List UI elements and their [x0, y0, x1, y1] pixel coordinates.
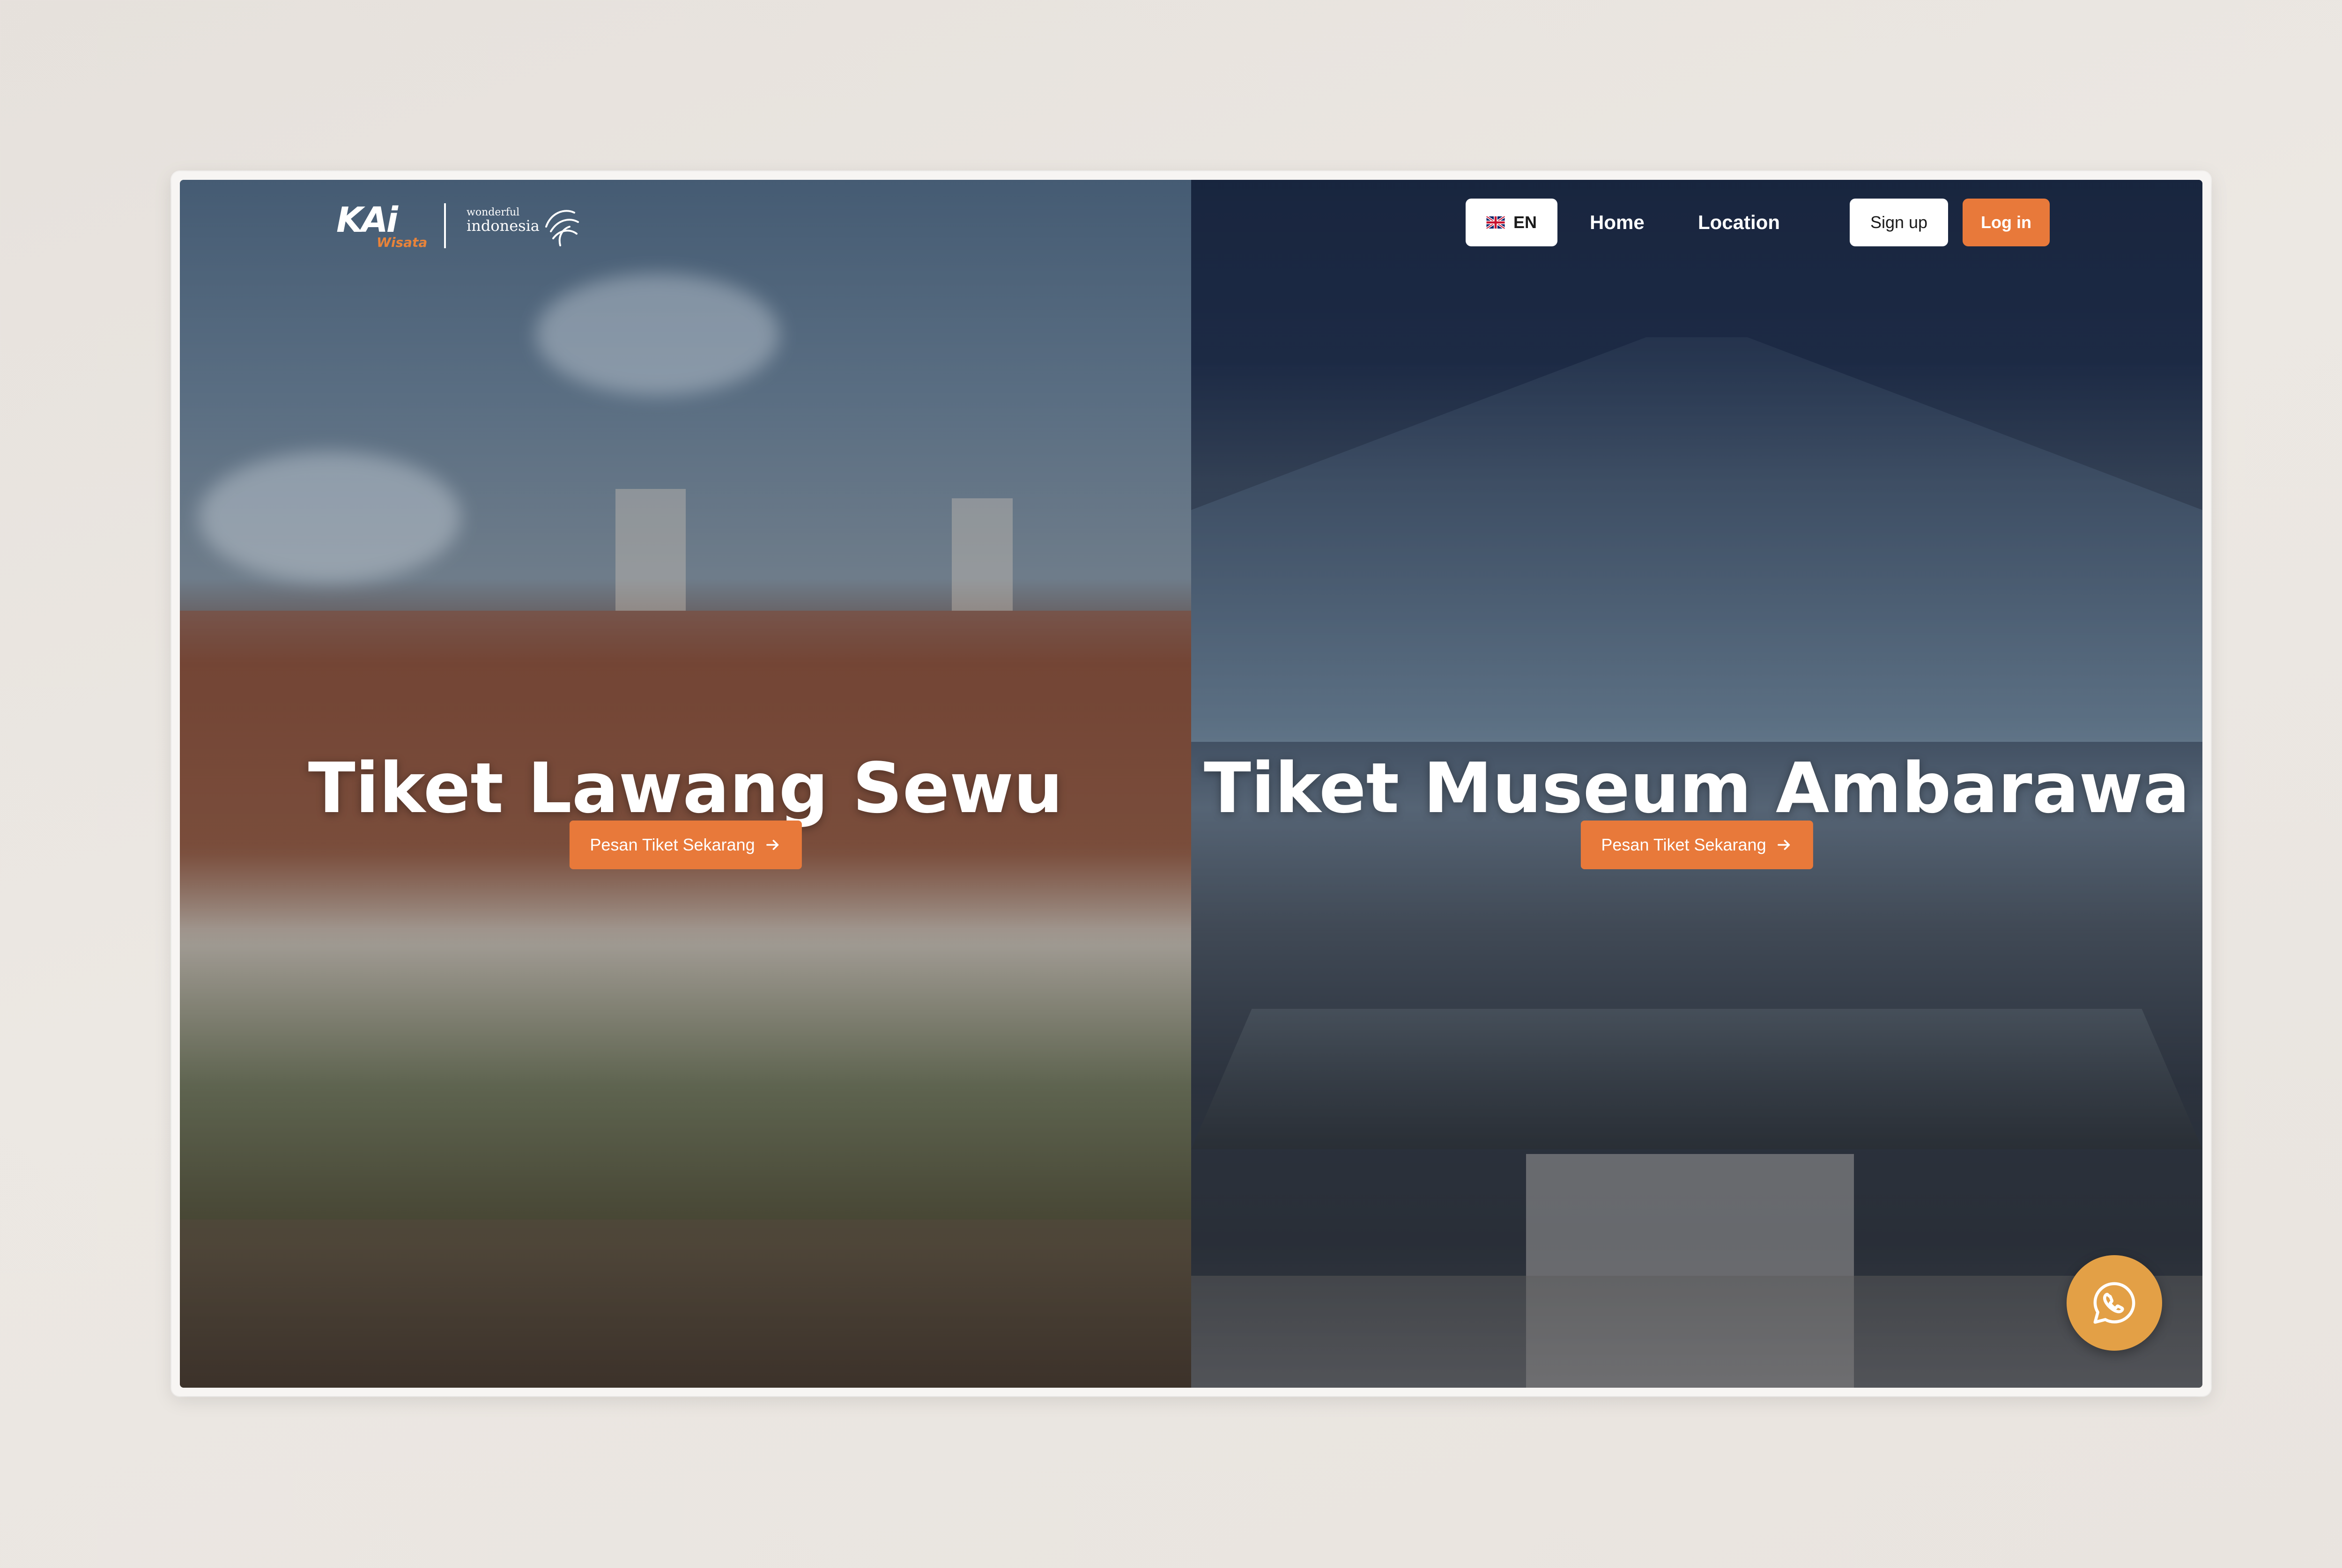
nav-home-link[interactable]: Home	[1590, 199, 1645, 246]
language-switcher[interactable]: EN	[1466, 199, 1557, 246]
logo-brand-text: KAi	[336, 200, 398, 240]
kai-wisata-logo[interactable]: KAi Wisata	[336, 201, 430, 253]
hero-title-lawang-sewu: Tiket Lawang Sewu	[308, 748, 1063, 829]
hero-title-museum-ambarawa: Tiket Museum Ambarawa	[1203, 748, 2190, 829]
arrow-right-icon	[1777, 840, 1790, 850]
nav-location-link[interactable]: Location	[1698, 199, 1780, 246]
order-ticket-button-museum-ambarawa[interactable]: Pesan Tiket Sekarang	[1580, 821, 1813, 869]
wonderful-indonesia-logo: wonderful indonesia	[467, 203, 588, 250]
station-floor-shape	[1191, 1276, 2202, 1388]
uk-flag-icon	[1486, 216, 1505, 229]
cloud-shape	[199, 451, 461, 583]
logo-sub-text: Wisata	[377, 235, 428, 250]
order-ticket-label: Pesan Tiket Sekarang	[590, 835, 755, 854]
whatsapp-chat-button[interactable]	[2067, 1255, 2162, 1351]
signup-button[interactable]: Sign up	[1850, 199, 1948, 246]
hero-panel-lawang-sewu: Tiket Lawang Sewu Pesan Tiket Sekarang	[180, 180, 1191, 1388]
site-header: KAi Wisata wonderful indonesia EN Home L…	[180, 180, 2202, 264]
station-roof-shape	[1191, 337, 2202, 742]
order-ticket-label: Pesan Tiket Sekarang	[1601, 835, 1766, 854]
partner-logo-bottom-text: indonesia	[467, 217, 540, 235]
tower-shape	[615, 489, 686, 611]
whatsapp-icon	[2093, 1282, 2135, 1324]
station-canopy-shape	[1191, 1009, 2202, 1149]
language-label: EN	[1513, 213, 1537, 232]
page-viewport: Tiket Lawang Sewu Pesan Tiket Sekarang T…	[180, 180, 2202, 1388]
building-photo-backdrop	[180, 611, 1191, 1220]
login-button[interactable]: Log in	[1963, 199, 2050, 246]
garuda-emblem-icon	[545, 210, 579, 246]
tower-shape	[952, 498, 1013, 611]
hero-panel-museum-ambarawa: Tiket Museum Ambarawa Pesan Tiket Sekara…	[1191, 180, 2202, 1388]
order-ticket-button-lawang-sewu[interactable]: Pesan Tiket Sekarang	[569, 821, 802, 869]
browser-frame: Tiket Lawang Sewu Pesan Tiket Sekarang T…	[171, 171, 2211, 1396]
logo-divider	[444, 203, 446, 248]
arrow-right-icon	[766, 840, 778, 850]
cloud-shape	[536, 274, 779, 395]
